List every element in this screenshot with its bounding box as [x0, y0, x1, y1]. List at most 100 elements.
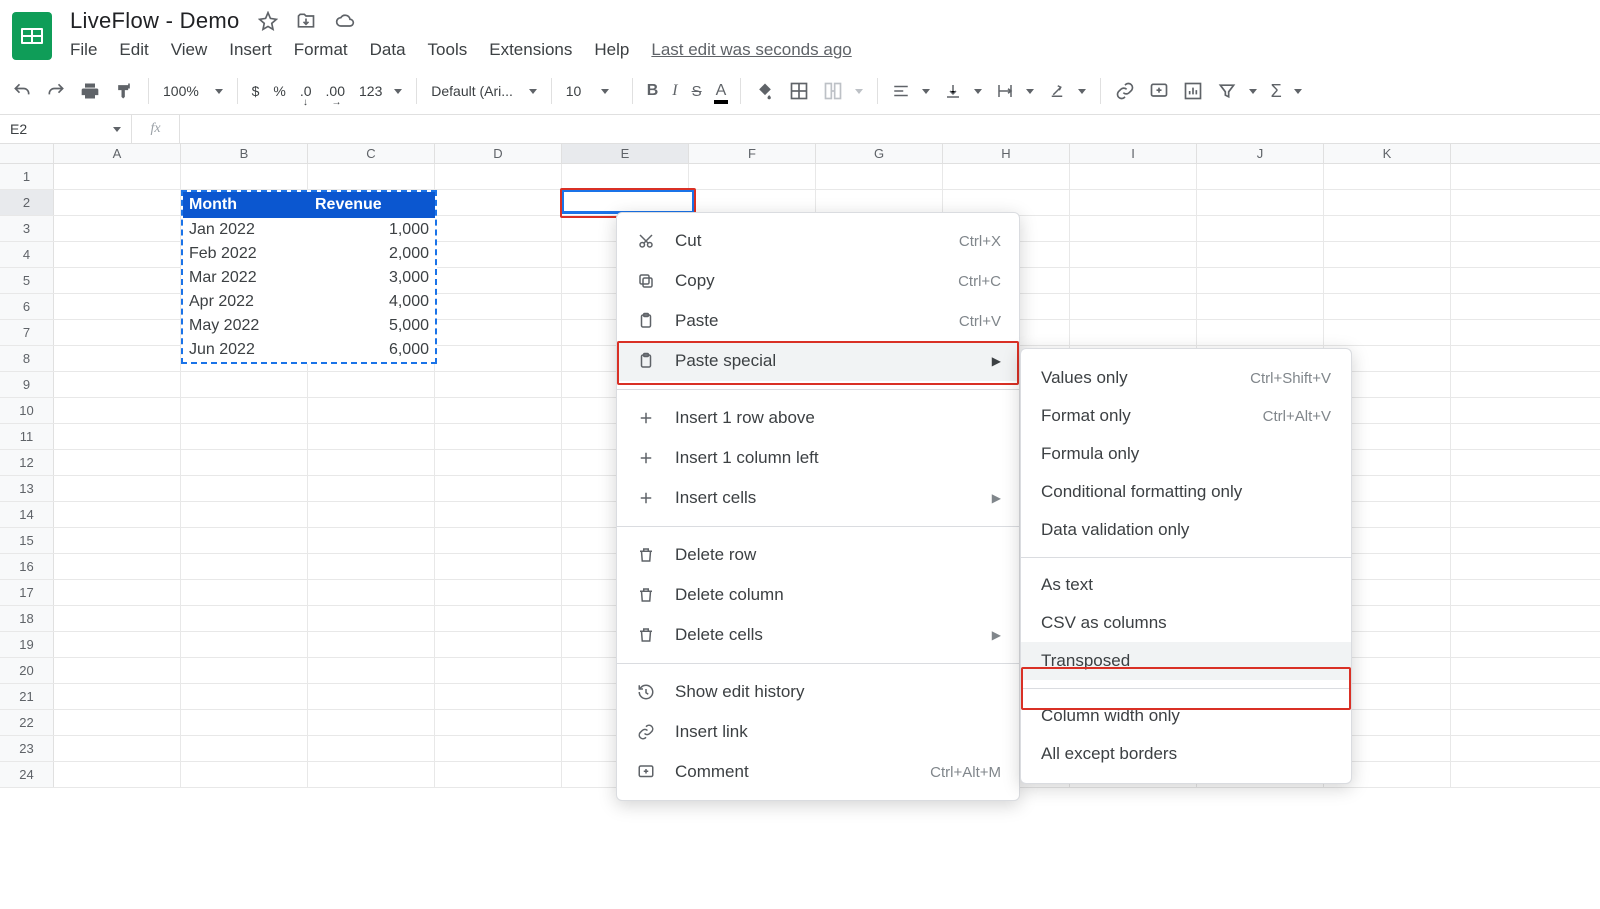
cell[interactable] — [54, 320, 181, 345]
cell[interactable] — [308, 710, 435, 735]
cell[interactable] — [181, 762, 308, 787]
print-icon[interactable] — [80, 81, 100, 101]
cell[interactable] — [181, 580, 308, 605]
cell[interactable] — [1070, 190, 1197, 215]
cell[interactable] — [308, 580, 435, 605]
row-header-19[interactable]: 19 — [0, 632, 54, 657]
cell[interactable] — [54, 554, 181, 579]
cell[interactable] — [1197, 320, 1324, 345]
doc-title[interactable]: LiveFlow - Demo — [70, 8, 240, 34]
filter-button[interactable] — [1217, 81, 1257, 101]
text-color-button[interactable]: A — [716, 82, 727, 100]
cell[interactable] — [54, 346, 181, 371]
sub-format-only[interactable]: Format onlyCtrl+Alt+V — [1021, 397, 1351, 435]
paint-format-icon[interactable] — [114, 81, 134, 101]
move-icon[interactable] — [296, 11, 316, 31]
cell[interactable] — [435, 190, 562, 215]
cell[interactable] — [1070, 268, 1197, 293]
cell[interactable] — [54, 502, 181, 527]
cell[interactable] — [435, 632, 562, 657]
row-header-4[interactable]: 4 — [0, 242, 54, 267]
cell[interactable] — [308, 164, 435, 189]
menu-edit[interactable]: Edit — [119, 40, 148, 60]
ctx-paste-special[interactable]: Paste special ▶ — [617, 341, 1019, 381]
row-header-13[interactable]: 13 — [0, 476, 54, 501]
cell[interactable] — [54, 580, 181, 605]
cell[interactable] — [1324, 216, 1451, 241]
cell[interactable] — [435, 554, 562, 579]
ctx-paste[interactable]: Paste Ctrl+V — [617, 301, 1019, 341]
ctx-insert-link[interactable]: Insert link — [617, 712, 1019, 752]
cell[interactable] — [689, 164, 816, 189]
cell[interactable] — [1070, 242, 1197, 267]
menu-data[interactable]: Data — [370, 40, 406, 60]
column-header-I[interactable]: I — [1070, 144, 1197, 163]
cell[interactable] — [435, 164, 562, 189]
cell[interactable] — [1197, 190, 1324, 215]
cell[interactable] — [435, 528, 562, 553]
sub-csv-columns[interactable]: CSV as columns — [1021, 604, 1351, 642]
cell[interactable] — [1324, 294, 1451, 319]
increase-decimal-button[interactable]: .00→ — [326, 83, 345, 99]
row-header-20[interactable]: 20 — [0, 658, 54, 683]
row-header-21[interactable]: 21 — [0, 684, 54, 709]
menu-insert[interactable]: Insert — [229, 40, 272, 60]
cell[interactable] — [54, 762, 181, 787]
cell[interactable] — [435, 658, 562, 683]
row-header-11[interactable]: 11 — [0, 424, 54, 449]
cell[interactable] — [308, 554, 435, 579]
cell[interactable] — [435, 268, 562, 293]
cell[interactable] — [181, 424, 308, 449]
cell[interactable] — [435, 346, 562, 371]
cell[interactable] — [1197, 164, 1324, 189]
cell[interactable] — [308, 372, 435, 397]
insert-link-button[interactable] — [1115, 81, 1135, 101]
row-header-2[interactable]: 2 — [0, 190, 54, 215]
row-header-14[interactable]: 14 — [0, 502, 54, 527]
cell[interactable] — [435, 736, 562, 761]
cell[interactable] — [308, 502, 435, 527]
cloud-status-icon[interactable] — [334, 11, 356, 31]
last-edit-link[interactable]: Last edit was seconds ago — [651, 40, 851, 60]
cell[interactable] — [54, 476, 181, 501]
borders-button[interactable] — [789, 81, 809, 101]
menu-help[interactable]: Help — [594, 40, 629, 60]
cell[interactable] — [54, 658, 181, 683]
cell[interactable] — [435, 710, 562, 735]
row-header-17[interactable]: 17 — [0, 580, 54, 605]
ctx-delete-cells[interactable]: Delete cells ▶ — [617, 615, 1019, 655]
zoom-dropdown[interactable]: 100% — [163, 83, 223, 99]
cell[interactable] — [54, 450, 181, 475]
cell[interactable] — [54, 710, 181, 735]
sub-formula-only[interactable]: Formula only — [1021, 435, 1351, 473]
cell[interactable] — [54, 268, 181, 293]
cell[interactable] — [1070, 294, 1197, 319]
cell[interactable] — [308, 450, 435, 475]
row-header-16[interactable]: 16 — [0, 554, 54, 579]
cell[interactable] — [181, 502, 308, 527]
text-rotation-button[interactable] — [1048, 82, 1086, 100]
sub-transposed[interactable]: Transposed — [1021, 642, 1351, 680]
column-header-J[interactable]: J — [1197, 144, 1324, 163]
cell[interactable] — [54, 632, 181, 657]
column-header-K[interactable]: K — [1324, 144, 1451, 163]
currency-format-button[interactable]: $ — [252, 83, 260, 99]
percent-format-button[interactable]: % — [273, 83, 285, 99]
cell[interactable] — [181, 606, 308, 631]
column-header-F[interactable]: F — [689, 144, 816, 163]
column-header-A[interactable]: A — [54, 144, 181, 163]
cell[interactable] — [308, 736, 435, 761]
cell[interactable] — [435, 762, 562, 787]
ctx-show-history[interactable]: Show edit history — [617, 672, 1019, 712]
cell[interactable] — [1324, 268, 1451, 293]
sheets-logo[interactable] — [12, 12, 52, 60]
row-header-10[interactable]: 10 — [0, 398, 54, 423]
italic-button[interactable]: I — [672, 82, 677, 100]
cell[interactable] — [308, 762, 435, 787]
row-header-23[interactable]: 23 — [0, 736, 54, 761]
row-header-3[interactable]: 3 — [0, 216, 54, 241]
column-header-C[interactable]: C — [308, 144, 435, 163]
row-header-22[interactable]: 22 — [0, 710, 54, 735]
row-header-5[interactable]: 5 — [0, 268, 54, 293]
cell[interactable] — [308, 606, 435, 631]
